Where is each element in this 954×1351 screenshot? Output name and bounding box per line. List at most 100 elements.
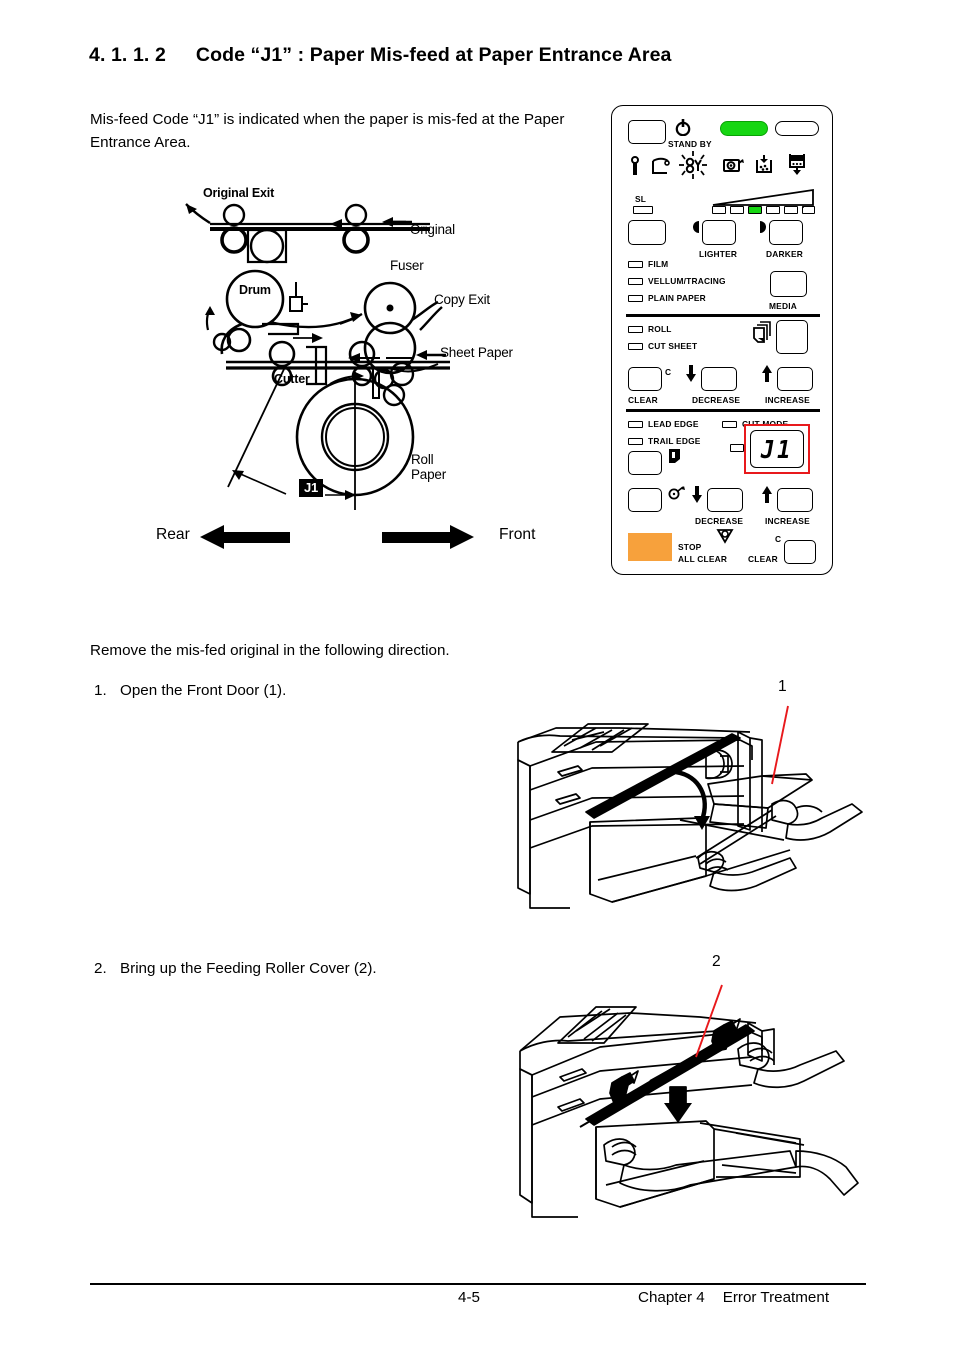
cut-led-lead-edge	[628, 421, 643, 428]
instruction-lead: Remove the mis-fed original in the follo…	[90, 642, 450, 659]
figure-feeding-roller-cover: 2	[500, 953, 870, 1220]
step-1-number: 1.	[94, 682, 107, 699]
media-button-label: MEDIA	[769, 301, 797, 311]
media-led-film	[628, 261, 643, 268]
roll-cut-icon	[668, 485, 686, 506]
clear-button[interactable]	[784, 540, 816, 564]
clear-label: CLEAR	[748, 554, 778, 564]
label-roll-paper: Roll Paper	[411, 452, 446, 482]
sl-label: SL	[635, 194, 647, 204]
supply-decrease-button[interactable]	[701, 367, 737, 391]
sl-led	[633, 206, 653, 214]
density-led-4	[766, 206, 780, 214]
media-label-plain: PLAIN PAPER	[648, 293, 706, 303]
footer-chapter: Chapter 4 Error Treatment	[638, 1289, 829, 1306]
darker-button[interactable]	[769, 220, 803, 245]
section-number: 4. 1. 1. 2	[89, 44, 166, 66]
paper-stack-icon	[752, 320, 774, 353]
footer-divider	[90, 1283, 866, 1285]
supply-led-cut-sheet	[628, 343, 643, 350]
media-label-film: FILM	[648, 259, 669, 269]
step-2-text: Bring up the Feeding Roller Cover (2).	[120, 960, 377, 977]
status-led-indicator	[775, 121, 819, 136]
label-cutter: Cutter	[274, 372, 310, 386]
lighter-label: LIGHTER	[699, 249, 738, 259]
supply-decrease-label: DECREASE	[692, 395, 741, 405]
stop-all-clear-button[interactable]	[628, 533, 672, 561]
cut-led-trail-edge	[628, 438, 643, 445]
density-led-2	[730, 206, 744, 214]
cut-length-button[interactable]	[628, 488, 662, 512]
supply-label-cut-sheet: CUT SHEET	[648, 341, 698, 351]
density-led-5	[784, 206, 798, 214]
label-copy-exit: Copy Exit	[434, 292, 490, 307]
label-jam-code-j1: J1	[299, 479, 324, 497]
density-wedge-icon	[711, 188, 815, 213]
cut-increase-label: INCREASE	[765, 516, 810, 526]
arrow-down-icon-supply	[685, 365, 697, 387]
label-original-exit: Original Exit	[203, 186, 275, 200]
label-original: Original	[410, 222, 455, 237]
waste-toner-icon	[787, 153, 807, 180]
paper-path-diagram: Original Exit Original Fuser Copy Exit D…	[150, 182, 570, 522]
wrench-icon	[629, 155, 641, 181]
toner-add-icon	[754, 155, 774, 180]
intro-paragraph: Mis-feed Code “J1” is indicated when the…	[90, 111, 565, 151]
step-1-text: Open the Front Door (1).	[120, 682, 287, 699]
supply-clear-button[interactable]	[628, 367, 662, 391]
cut-decrease-button[interactable]	[707, 488, 743, 512]
label-sheet-paper: Sheet Paper	[440, 345, 513, 360]
figure-1-drawing	[517, 705, 863, 909]
error-code-value: J1	[760, 434, 794, 464]
clear-badge: C	[775, 534, 782, 544]
page-title: 4. 1. 1. 2 Code “J1” : Paper Mis-feed at …	[89, 44, 671, 67]
footer-chapter-number: Chapter 4	[638, 1289, 705, 1306]
supply-select-button[interactable]	[776, 320, 808, 354]
cut-label-lead-edge: LEAD EDGE	[648, 419, 699, 429]
edge-select-button[interactable]	[628, 451, 662, 475]
callout-leader-1	[771, 705, 789, 785]
arrow-down-icon-cut	[691, 486, 703, 508]
density-led-7	[802, 206, 804, 208]
callout-number-1: 1	[778, 678, 787, 695]
figure-open-front-door: 1	[500, 678, 870, 920]
auto-density-button[interactable]	[628, 220, 666, 245]
error-code-display: J1	[750, 430, 804, 468]
developer-icon	[723, 157, 745, 179]
direction-label-front: Front	[499, 526, 536, 543]
supply-increase-label: INCREASE	[765, 395, 810, 405]
cut-edge-icon	[668, 448, 682, 471]
standby-label: STAND BY	[668, 139, 712, 149]
instruction-step-1: 1. Open the Front Door (1).	[94, 680, 286, 702]
label-drum: Drum	[239, 283, 271, 297]
label-fuser: Fuser	[390, 258, 424, 273]
stop-sign-icon	[716, 528, 734, 549]
all-clear-label: ALL CLEAR	[678, 554, 728, 564]
arrow-up-icon-cut	[761, 486, 773, 508]
label-roll-paper-line2: Paper	[411, 467, 447, 482]
supply-led-roll	[628, 326, 643, 333]
direction-label-rear: Rear	[156, 526, 190, 543]
supply-increase-button[interactable]	[777, 367, 813, 391]
supply-clear-label: CLEAR	[628, 395, 658, 405]
power-icon	[675, 118, 691, 141]
cut-increase-button[interactable]	[777, 488, 813, 512]
control-panel: STAND BY SL LIGHTER DARKER FILM VELLUM/T…	[611, 105, 833, 575]
paper-jam-flash-icon	[678, 151, 708, 184]
door-open-icon	[651, 157, 671, 180]
footer-page-number: 4-5	[458, 1289, 480, 1306]
arrow-up-icon-supply	[761, 365, 773, 387]
instruction-step-2: 2. Bring up the Feeding Roller Cover (2).	[94, 958, 377, 980]
lighter-icon	[691, 220, 701, 239]
density-led-3	[748, 206, 762, 214]
panel-divider-1	[626, 314, 820, 317]
media-button[interactable]	[770, 271, 807, 297]
standby-led-green	[720, 121, 768, 136]
step-2-number: 2.	[94, 960, 107, 977]
power-button[interactable]	[628, 120, 666, 144]
media-label-vellum: VELLUM/TRACING	[648, 276, 726, 286]
section-title: Code “J1” : Paper Mis-feed at Paper Entr…	[195, 44, 672, 66]
lighter-button[interactable]	[702, 220, 736, 245]
cut-decrease-label: DECREASE	[695, 516, 744, 526]
cut-label-trail-edge: TRAIL EDGE	[648, 436, 701, 446]
